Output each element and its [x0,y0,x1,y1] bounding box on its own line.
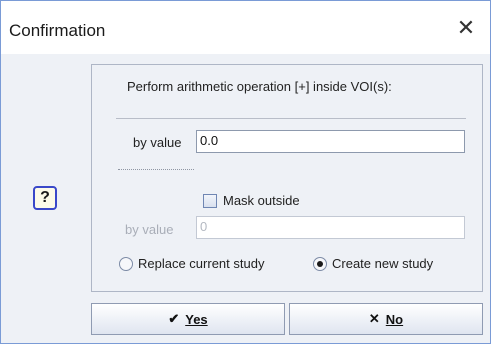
yes-button[interactable]: ✔ Yes [91,303,285,335]
yes-button-label: Yes [185,311,208,327]
mask-outside-label[interactable]: Mask outside [223,193,300,208]
confirmation-dialog: Confirmation ✕ ? Perform arithmetic oper… [0,0,491,344]
cross-icon: ✕ [368,311,380,326]
title-bar: Confirmation ✕ [1,1,490,54]
close-icon[interactable]: ✕ [453,15,479,41]
checkmark-icon: ✔ [168,311,180,326]
dialog-title: Confirmation [9,21,106,40]
replace-current-study-label[interactable]: Replace current study [138,256,264,271]
separator [116,118,466,119]
replace-current-study-radio[interactable] [119,257,133,271]
mask-outside-checkbox[interactable] [203,194,217,208]
by-value-input[interactable]: 0.0 [196,130,465,153]
create-new-study-label[interactable]: Create new study [332,256,433,271]
no-button[interactable]: ✕ No [289,303,483,335]
dotted-divider [118,169,194,170]
create-new-study-radio[interactable] [313,257,327,271]
no-button-label: No [385,311,404,327]
help-icon[interactable]: ? [33,186,57,210]
operation-header: Perform arithmetic operation [+] inside … [127,79,392,94]
by-value-label: by value [133,135,182,150]
mask-by-value-input[interactable]: 0 [196,216,465,239]
mask-by-value-label: by value [125,222,174,237]
